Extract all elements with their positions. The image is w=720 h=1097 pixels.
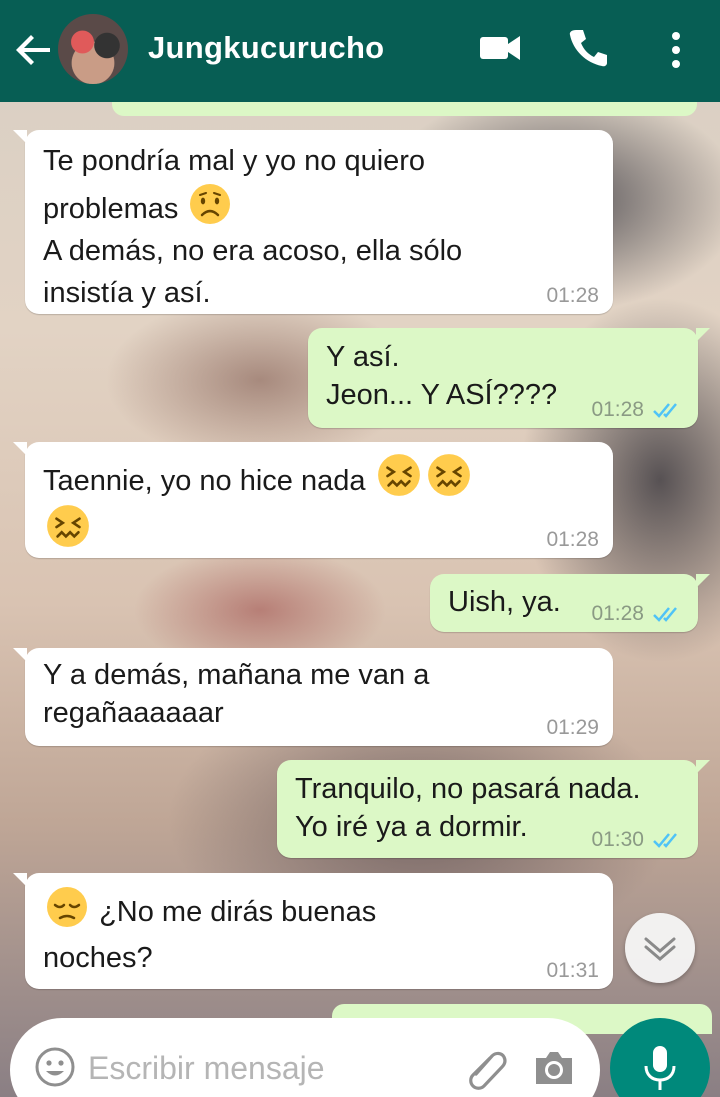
bubble-tail — [696, 328, 710, 342]
message-line: Te pondría mal y yo no quiero — [43, 145, 426, 177]
message-time: 01:31 — [546, 959, 599, 982]
back-arrow-icon[interactable] — [14, 30, 54, 70]
mic-icon — [644, 1046, 676, 1090]
message-line: Y a demás, mañana me van a — [43, 659, 430, 691]
avatar[interactable] — [58, 14, 128, 84]
message-meta: 01:28 — [591, 398, 684, 422]
worried-face-emoji-icon — [190, 184, 231, 224]
bubble-tail — [13, 648, 27, 662]
message-meta: 01:30 — [591, 828, 684, 852]
confounded-face-emoji-icon — [377, 454, 420, 496]
bubble-tail — [696, 574, 710, 588]
contact-name[interactable]: Jungkucurucho — [148, 30, 384, 66]
message-meta: 01:28 — [591, 602, 684, 626]
bubble-tail — [13, 130, 27, 144]
bubble-tail — [13, 873, 27, 887]
scroll-to-bottom-button[interactable] — [625, 913, 695, 983]
message-composer[interactable]: Escribir mensaje — [10, 1018, 600, 1097]
message-time: 01:28 — [546, 284, 599, 307]
message-line: Taennie, yo no hice nada — [43, 465, 366, 497]
message-line: ¿No me dirás buenas — [99, 896, 377, 928]
message-text: Te pondría mal y yo no quiero problemas … — [43, 140, 595, 314]
confounded-face-emoji-icon — [427, 454, 470, 496]
message-line: A demás, no era acoso, ella sólo — [43, 235, 463, 267]
double-check-icon — [653, 833, 677, 848]
message-input[interactable]: Escribir mensaje — [88, 1050, 325, 1087]
message-line: problemas — [43, 193, 179, 225]
message-time: 01:29 — [546, 716, 599, 739]
message-line: Yo iré ya a dormir. — [295, 811, 528, 843]
camera-icon[interactable] — [532, 1048, 576, 1088]
message-bubble-outgoing[interactable]: Tranquilo, no pasará nada. Yo iré ya a d… — [277, 760, 710, 858]
message-bubble-incoming[interactable]: ¿No me dirás buenas noches? 01:31 — [13, 873, 613, 989]
message-bubble-incoming[interactable]: Te pondría mal y yo no quiero problemas … — [13, 130, 613, 314]
message-bubble-incoming[interactable]: Taennie, yo no hice nada 01:28 — [13, 442, 613, 558]
video-call-icon[interactable] — [478, 30, 522, 66]
emoji-icon[interactable] — [34, 1046, 76, 1088]
message-time: 01:28 — [591, 602, 644, 625]
double-check-icon — [653, 403, 677, 418]
bubble-tail — [13, 442, 27, 456]
message-line: Tranquilo, no pasará nada. — [295, 773, 641, 805]
confounded-face-emoji-icon — [47, 505, 89, 547]
message-text: ¿No me dirás buenas noches? — [43, 885, 595, 981]
message-bubble-incoming[interactable]: Y a demás, mañana me van a regañaaaaaar … — [13, 648, 613, 746]
phone-icon[interactable] — [566, 26, 610, 70]
chat-header: Jungkucurucho — [0, 0, 720, 102]
message-line: noches? — [43, 942, 153, 974]
message-line: Jeon... Y ASÍ???? — [326, 379, 558, 411]
message-time: 01:28 — [591, 398, 644, 421]
message-line: Y así. — [326, 341, 400, 373]
message-text: Taennie, yo no hice nada — [43, 452, 595, 554]
double-check-icon — [653, 607, 677, 622]
message-line: Uish, ya. — [448, 586, 561, 618]
message-bubble-outgoing[interactable]: Uish, ya. 01:28 — [430, 574, 710, 632]
chevron-down-icon — [644, 937, 676, 961]
more-vert-icon[interactable] — [662, 28, 690, 72]
pensive-face-emoji-icon — [47, 887, 87, 927]
message-text: Y a demás, mañana me van a regañaaaaaar — [43, 656, 595, 732]
attach-icon[interactable] — [462, 1044, 512, 1094]
bubble-tail — [696, 760, 710, 774]
message-time: 01:30 — [591, 828, 644, 851]
message-line: regañaaaaaar — [43, 697, 224, 729]
message-time: 01:28 — [546, 528, 599, 551]
message-line: insistía y así. — [43, 277, 211, 309]
message-bubble-outgoing[interactable]: Y así. Jeon... Y ASÍ???? 01:28 — [308, 328, 710, 428]
